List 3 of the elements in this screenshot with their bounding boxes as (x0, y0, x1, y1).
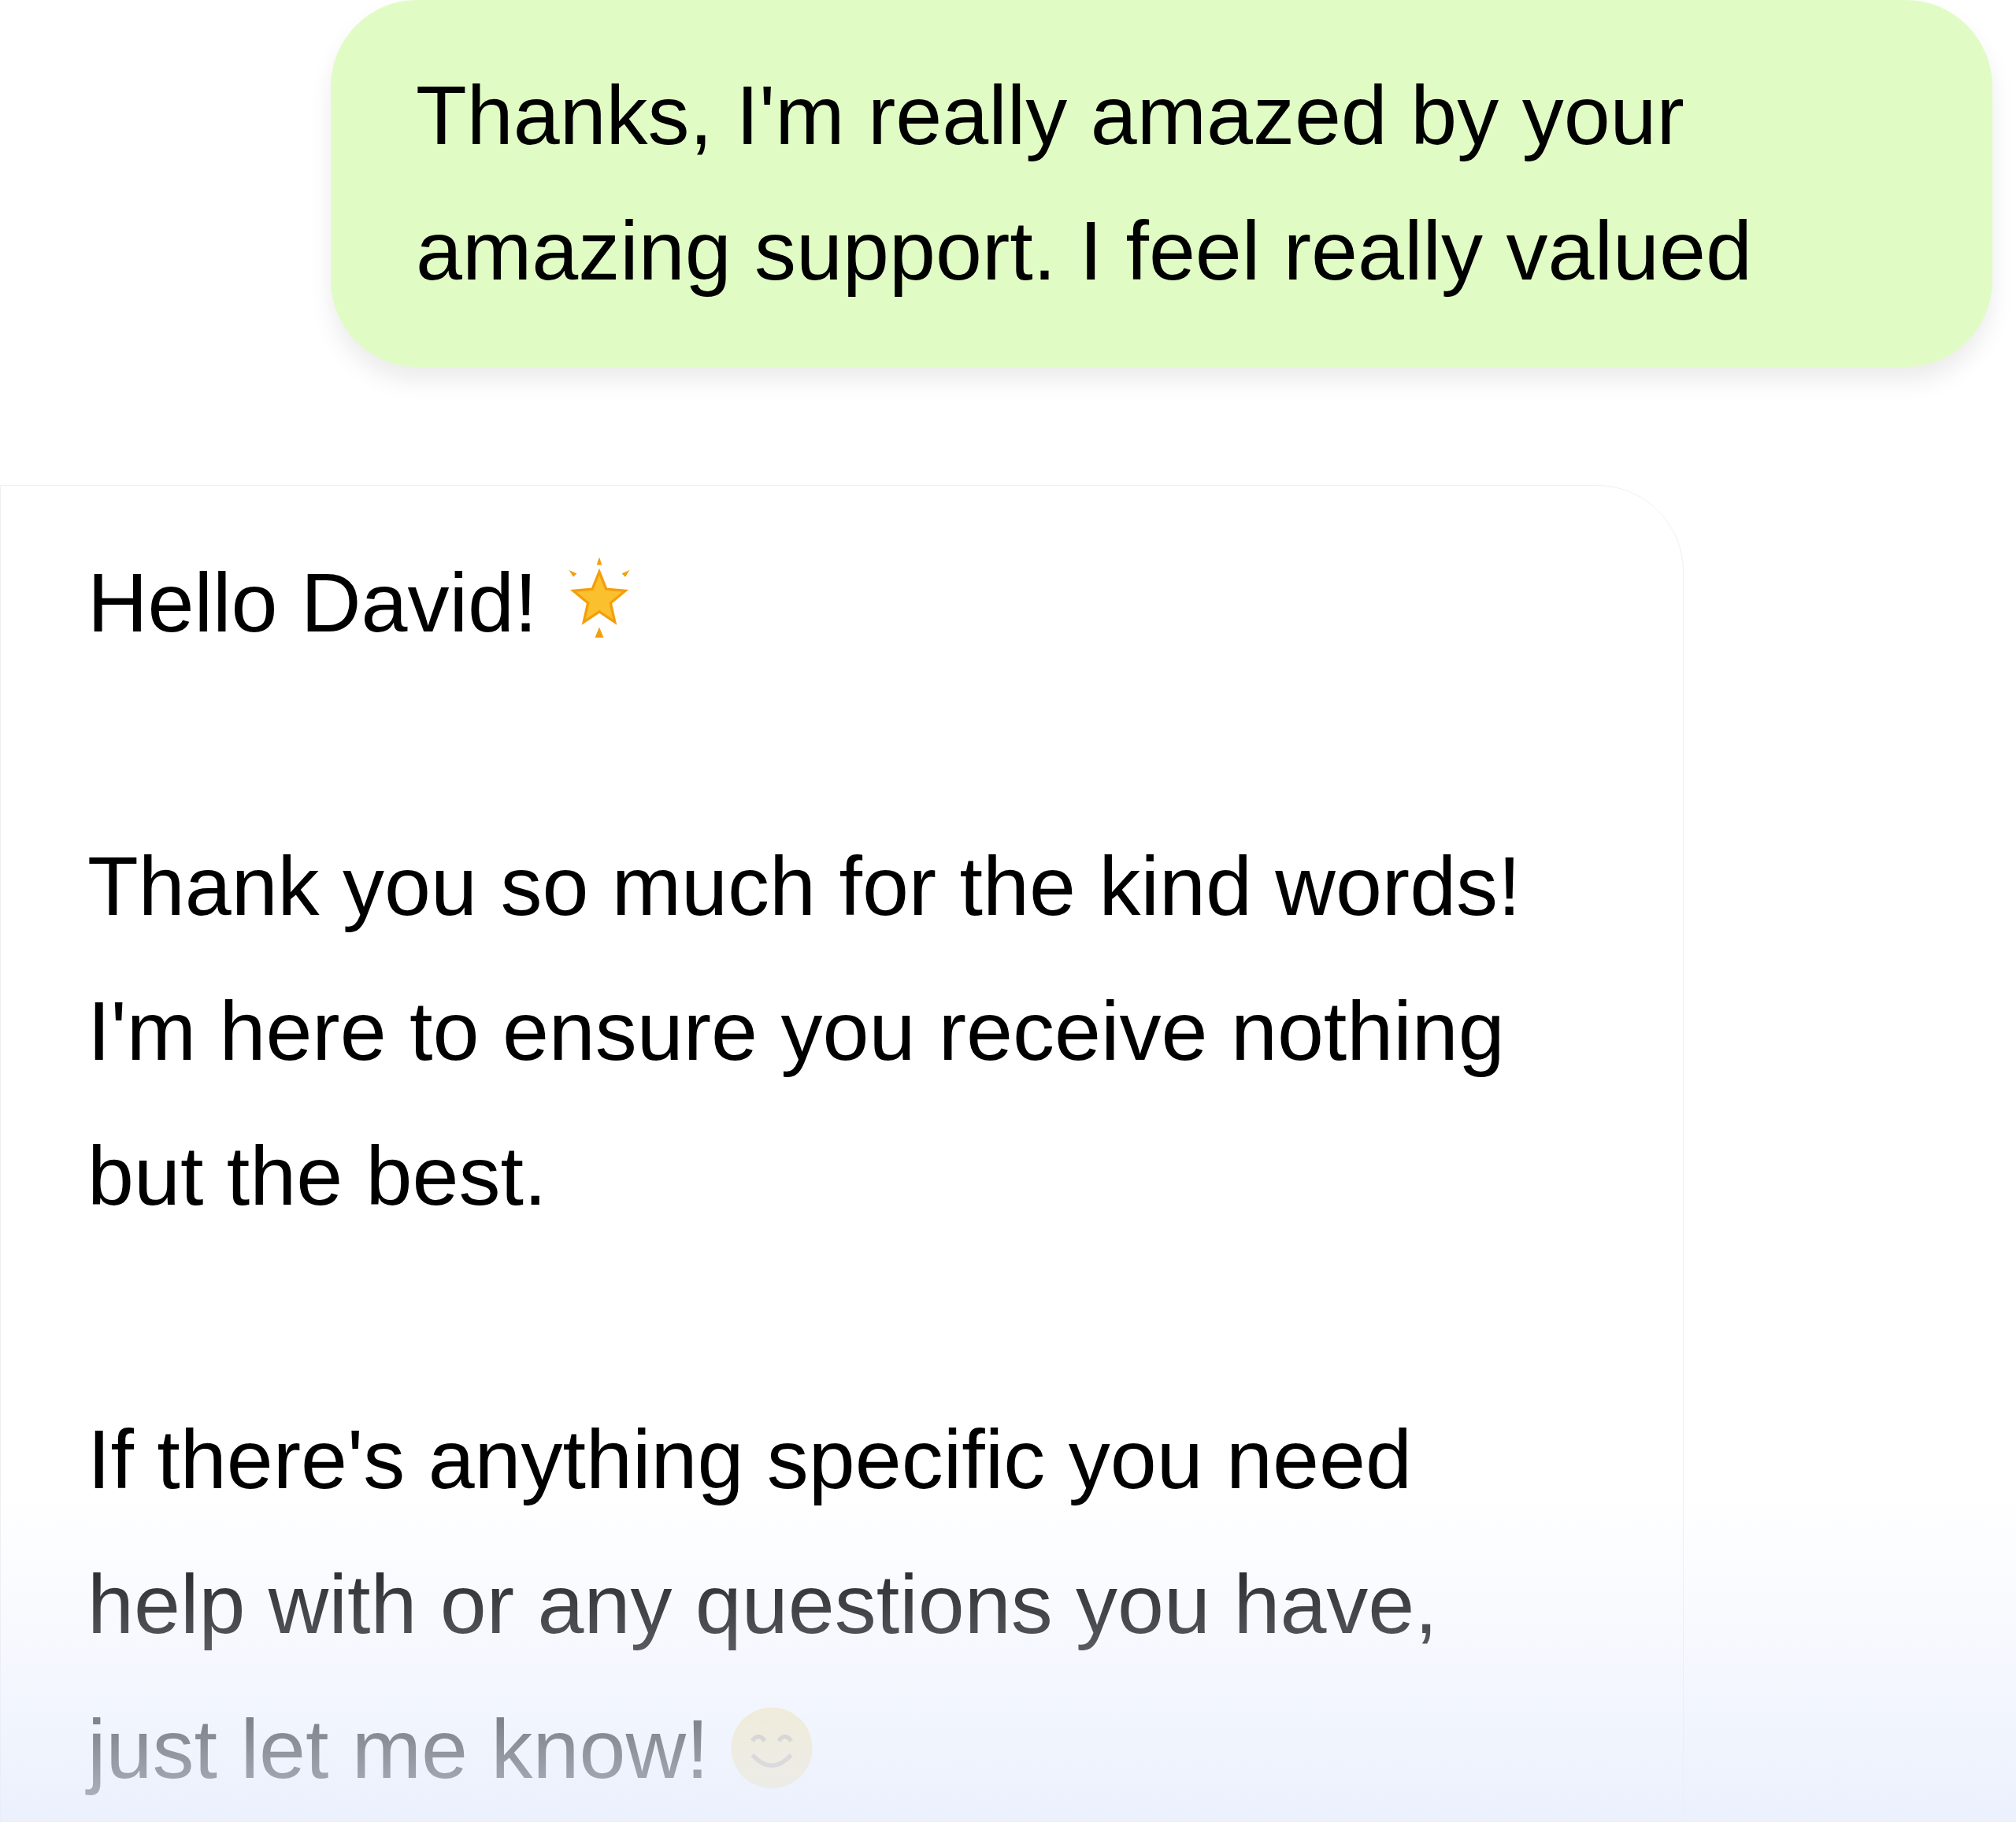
message-text: Thank you so much for the kind words! I'm here to ensure you receive nothing but the best. (87, 839, 1522, 1224)
message-text: Thanks, I'm really amazed by your amazing support. I feel really valued (416, 68, 1753, 298)
message-text: Hello David! (87, 530, 1588, 675)
